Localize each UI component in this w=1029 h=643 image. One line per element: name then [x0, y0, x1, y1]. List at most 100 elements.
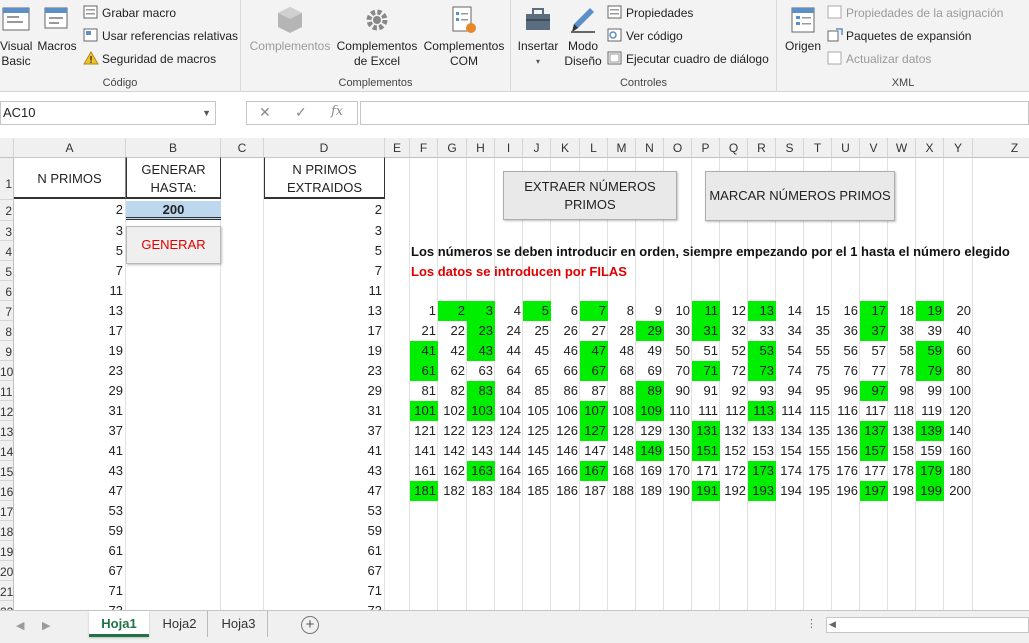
number-cell[interactable]: 16 [832, 301, 860, 321]
number-cell[interactable]: 78 [888, 361, 916, 381]
modo-diseno-button[interactable]: Modo Diseño [563, 4, 603, 69]
number-cell[interactable]: 8 [608, 301, 636, 321]
options-dots-icon[interactable]: ⋮ [806, 617, 817, 630]
cancel-icon[interactable]: ✕ [259, 104, 271, 121]
column-header-c[interactable]: C [221, 138, 264, 158]
prime-number-cell[interactable]: 23 [467, 321, 495, 341]
number-cell[interactable]: 91 [692, 381, 720, 401]
row-header-4[interactable]: 4 [0, 241, 14, 261]
number-cell[interactable]: 200 [944, 481, 973, 501]
prime-number-cell[interactable]: 61 [410, 361, 438, 381]
number-cell[interactable]: 190 [664, 481, 692, 501]
number-cell[interactable]: 26 [551, 321, 580, 341]
number-cell[interactable]: 80 [944, 361, 973, 381]
number-cell[interactable]: 136 [832, 421, 860, 441]
number-cell[interactable]: 126 [551, 421, 580, 441]
sheet-tab-hoja2[interactable]: Hoja2 [152, 611, 208, 637]
number-cell[interactable]: 133 [748, 421, 776, 441]
row-header-3[interactable]: 3 [0, 221, 14, 241]
number-cell[interactable]: 27 [580, 321, 608, 341]
row-header-7[interactable]: 7 [0, 301, 14, 321]
cell-d-prime[interactable]: 59 [264, 521, 382, 541]
number-cell[interactable]: 120 [944, 401, 973, 421]
number-cell[interactable]: 182 [438, 481, 467, 501]
number-cell[interactable]: 66 [551, 361, 580, 381]
prime-number-cell[interactable]: 199 [916, 481, 944, 501]
cell-a-prime[interactable]: 61 [14, 541, 123, 561]
generar-button[interactable]: GENERAR [126, 226, 221, 264]
row-header-2[interactable]: 2 [0, 200, 14, 221]
number-cell[interactable]: 160 [944, 441, 973, 461]
row-header-22[interactable]: 22 [0, 601, 14, 610]
number-cell[interactable]: 168 [608, 461, 636, 481]
number-cell[interactable]: 39 [916, 321, 944, 341]
number-cell[interactable]: 50 [664, 341, 692, 361]
number-cell[interactable]: 74 [776, 361, 804, 381]
prime-number-cell[interactable]: 47 [580, 341, 608, 361]
prime-number-cell[interactable]: 101 [410, 401, 438, 421]
number-cell[interactable]: 117 [860, 401, 888, 421]
column-header-t[interactable]: T [804, 138, 832, 158]
number-cell[interactable]: 164 [495, 461, 523, 481]
number-cell[interactable]: 87 [580, 381, 608, 401]
prime-number-cell[interactable]: 131 [692, 421, 720, 441]
prime-number-cell[interactable]: 29 [636, 321, 664, 341]
row-header-12[interactable]: 12 [0, 401, 14, 421]
number-cell[interactable]: 81 [410, 381, 438, 401]
number-cell[interactable]: 147 [580, 441, 608, 461]
prime-number-cell[interactable]: 181 [410, 481, 438, 501]
cell-a-prime[interactable]: 41 [14, 441, 123, 461]
cell-a-prime[interactable]: 3 [14, 221, 123, 241]
origen-button[interactable]: Origen [781, 4, 825, 54]
number-cell[interactable]: 119 [916, 401, 944, 421]
cell-d-prime[interactable]: 53 [264, 501, 382, 521]
column-header-h[interactable]: H [467, 138, 495, 158]
cell-a-prime[interactable]: 23 [14, 361, 123, 381]
number-cell[interactable]: 158 [888, 441, 916, 461]
number-cell[interactable]: 166 [551, 461, 580, 481]
prime-number-cell[interactable]: 37 [860, 321, 888, 341]
number-cell[interactable]: 146 [551, 441, 580, 461]
number-cell[interactable]: 106 [551, 401, 580, 421]
number-cell[interactable]: 95 [804, 381, 832, 401]
number-cell[interactable]: 25 [523, 321, 551, 341]
prime-number-cell[interactable]: 11 [692, 301, 720, 321]
column-header-s[interactable]: S [776, 138, 804, 158]
column-header-z[interactable]: Z [973, 138, 1029, 158]
propiedades-button[interactable]: Propiedades [607, 3, 693, 23]
number-cell[interactable]: 116 [832, 401, 860, 421]
number-cell[interactable]: 93 [748, 381, 776, 401]
number-cell[interactable]: 4 [495, 301, 523, 321]
prime-number-cell[interactable]: 103 [467, 401, 495, 421]
prime-number-cell[interactable]: 127 [580, 421, 608, 441]
header-n-primos-extraidos[interactable]: N PRIMOS EXTRAIDOS [264, 157, 385, 199]
number-cell[interactable]: 90 [664, 381, 692, 401]
prime-number-cell[interactable]: 2 [438, 301, 467, 321]
row-header-15[interactable]: 15 [0, 461, 14, 481]
extraer-numeros-primos-button[interactable]: EXTRAER NÚMEROS PRIMOS [503, 171, 677, 220]
number-cell[interactable]: 44 [495, 341, 523, 361]
prime-number-cell[interactable]: 13 [748, 301, 776, 321]
number-cell[interactable]: 96 [832, 381, 860, 401]
number-cell[interactable]: 152 [720, 441, 748, 461]
number-cell[interactable]: 185 [523, 481, 551, 501]
number-cell[interactable]: 10 [664, 301, 692, 321]
number-cell[interactable]: 192 [720, 481, 748, 501]
row-header-10[interactable]: 10 [0, 361, 14, 381]
number-cell[interactable]: 111 [692, 401, 720, 421]
number-cell[interactable]: 122 [438, 421, 467, 441]
number-cell[interactable]: 112 [720, 401, 748, 421]
prime-number-cell[interactable]: 73 [748, 361, 776, 381]
cell-a-prime[interactable]: 13 [14, 301, 123, 321]
cell-a-prime[interactable]: 71 [14, 581, 123, 601]
prime-number-cell[interactable]: 53 [748, 341, 776, 361]
column-header-y[interactable]: Y [944, 138, 973, 158]
number-cell[interactable]: 45 [523, 341, 551, 361]
row-header-8[interactable]: 8 [0, 321, 14, 341]
number-cell[interactable]: 140 [944, 421, 973, 441]
row-header-21[interactable]: 21 [0, 581, 14, 601]
number-cell[interactable]: 6 [551, 301, 580, 321]
number-cell[interactable]: 34 [776, 321, 804, 341]
number-cell[interactable]: 144 [495, 441, 523, 461]
row-header-11[interactable]: 11 [0, 381, 14, 401]
